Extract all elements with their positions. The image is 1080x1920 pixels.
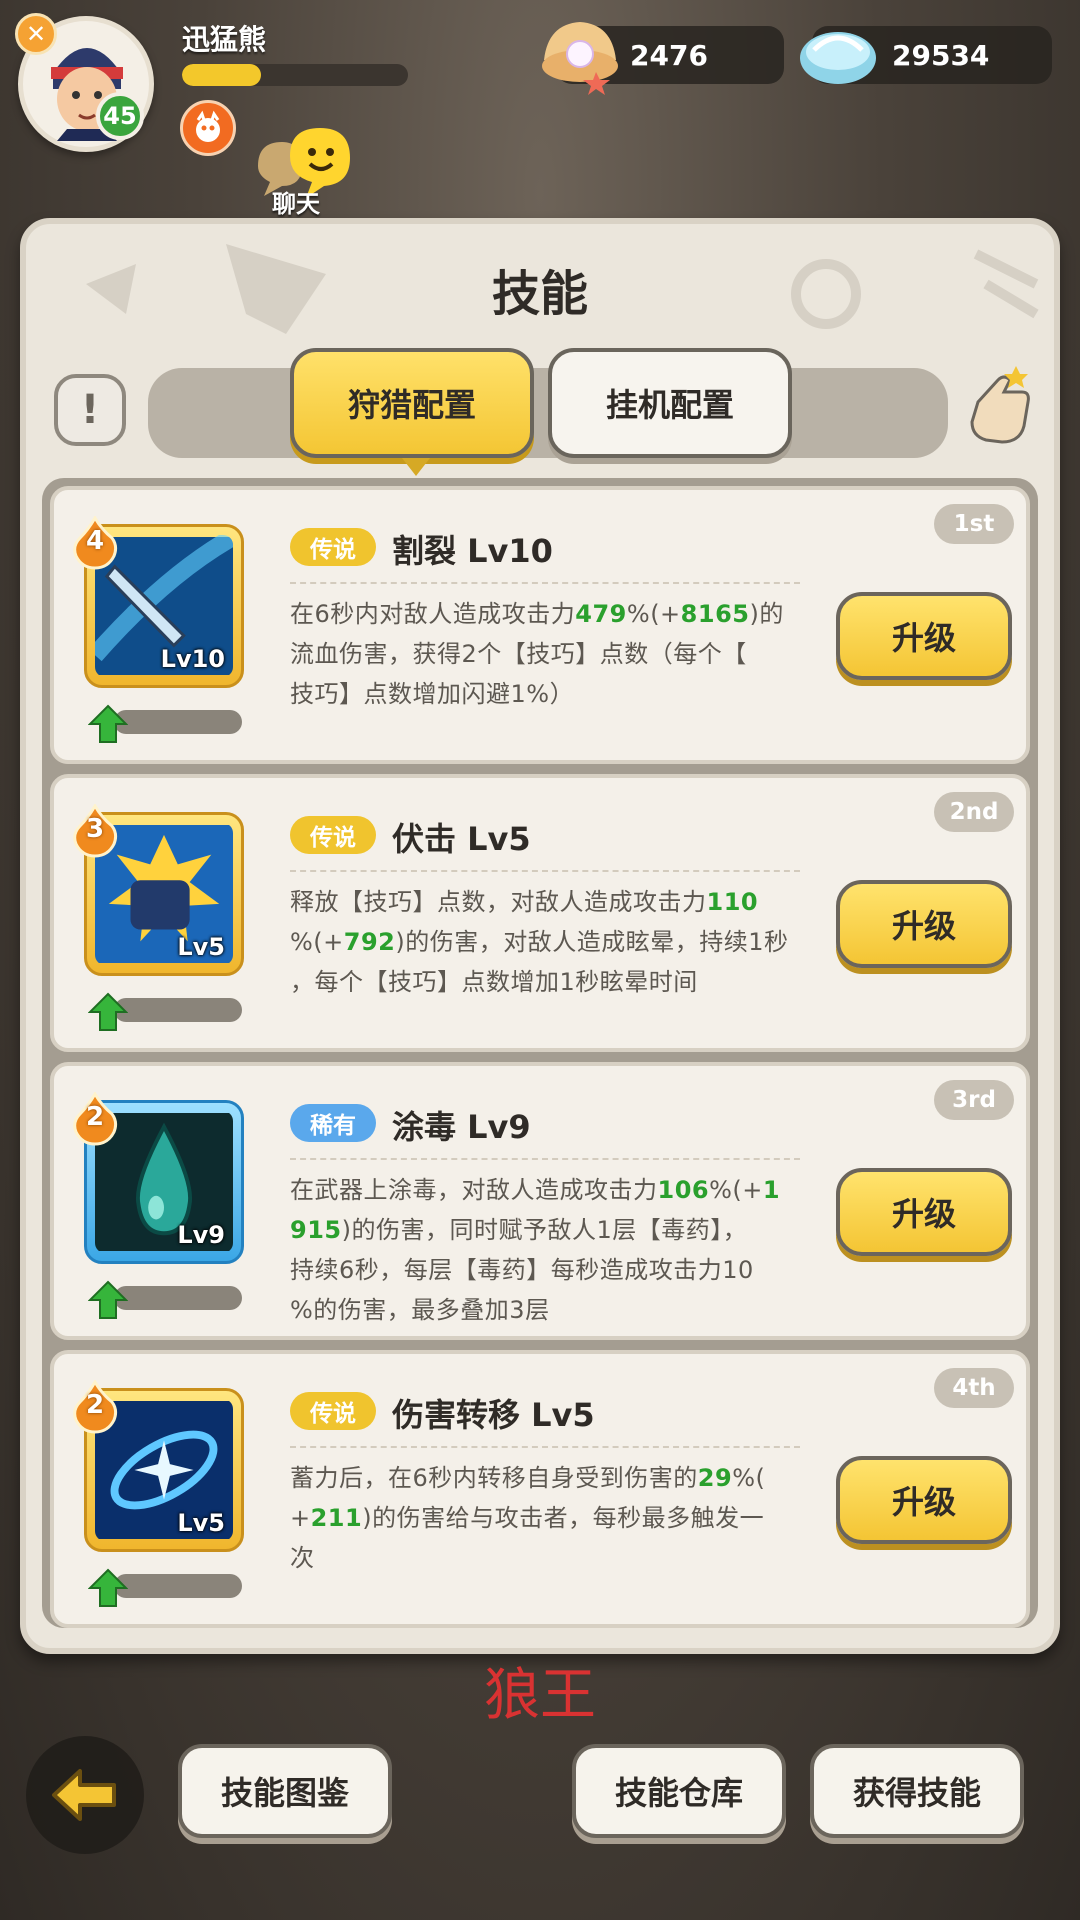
skill-desc-value: 792 [343, 928, 396, 956]
rarity-badge: 传说 [290, 528, 376, 566]
tab-hunting-config[interactable]: 狩猎配置 [290, 348, 534, 476]
skill-desc-text: )的伤害，同时赋予敌人1层【毒药】， 持续6秒，每层【毒药】每秒造成攻击力10 … [290, 1216, 754, 1324]
pointing-hand-icon[interactable] [958, 362, 1040, 452]
upgrade-button[interactable]: 升级 [836, 880, 1012, 968]
skill-description: 蓄力后，在6秒内转移自身受到伤害的29%( +211)的伤害给与攻击者，每秒最多… [290, 1458, 816, 1578]
skill-desc-text: %(+ [709, 1176, 763, 1204]
skill-description: 在武器上涂毒，对敌人造成攻击力106%(+1 915)的伤害，同时赋予敌人1层【… [290, 1170, 816, 1330]
skill-star-count: 3 [85, 814, 105, 844]
rarity-badge: 传说 [290, 1392, 376, 1430]
skill-storage-button[interactable]: 技能仓库 [572, 1744, 786, 1838]
skill-card[interactable]: Lv9 2 稀有 涂毒 Lv9 3rd 在武器上涂毒，对敌人造成攻击力106%(… [50, 1062, 1030, 1340]
skill-upgrade-progress [114, 1286, 242, 1310]
panel-title: 技能 [491, 266, 588, 322]
skill-card[interactable]: Lv5 2 传说 伤害转移 Lv5 4th 蓄力后，在6秒内转移自身受到伤害的2… [50, 1350, 1030, 1628]
skill-star-count: 2 [85, 1390, 105, 1420]
skill-name: 伤害转移 Lv5 [392, 1396, 595, 1434]
skill-upgrade-progress [114, 998, 242, 1022]
fire-spirit-icon [196, 110, 220, 142]
divider [290, 582, 800, 584]
blue-shell-icon [800, 32, 876, 84]
pearl-shell-icon [542, 22, 618, 95]
obtain-skill-button[interactable]: 获得技能 [810, 1744, 1024, 1838]
skill-upgrade-progress [114, 1574, 242, 1598]
tab-idle-config[interactable]: 挂机配置 [548, 348, 792, 458]
watermark-text: 狼王 [484, 1663, 596, 1728]
upgrade-button[interactable]: 升级 [836, 592, 1012, 680]
back-arrow-icon [52, 1769, 116, 1821]
skill-icon-level: Lv5 [177, 1509, 225, 1537]
close-icon[interactable]: ✕ [15, 13, 57, 55]
skill-slot-rank: 4th [934, 1368, 1014, 1408]
shell-currency[interactable]: 29534 [800, 26, 1052, 84]
skill-list: Lv10 4 传说 割裂 Lv10 1st 在6秒内对敌人造成攻击力479%(+… [42, 478, 1038, 1628]
upgrade-arrow-icon [88, 704, 128, 743]
skill-desc-value: 479 [575, 600, 627, 628]
skill-codex-button[interactable]: 技能图鉴 [178, 1744, 392, 1838]
skill-desc-text: 在武器上涂毒，对敌人造成攻击力 [290, 1176, 658, 1204]
xp-bar [182, 64, 408, 86]
skill-slot-rank: 3rd [934, 1080, 1014, 1120]
chat-label[interactable]: 聊天 [272, 184, 320, 219]
skill-name: 伏击 Lv5 [392, 820, 531, 858]
skill-icon-level: Lv9 [177, 1221, 225, 1249]
skill-slot-rank: 2nd [934, 792, 1014, 832]
back-button[interactable] [26, 1736, 144, 1854]
xp-bar-fill [182, 64, 262, 86]
pearl-amount: 2476 [630, 38, 708, 72]
rarity-badge: 稀有 [290, 1104, 376, 1142]
skills-panel: 技能 ! 狩猎配置 挂机配置 Lv10 4 传说 割裂 Lv10 1st 在6秒… [20, 218, 1060, 1654]
skill-star-count: 2 [85, 1102, 105, 1132]
rarity-badge: 传说 [290, 816, 376, 854]
player-level-badge: 45 [96, 92, 144, 140]
info-button[interactable]: ! [54, 374, 126, 446]
skill-slot-rank: 1st [934, 504, 1014, 544]
divider [290, 1446, 800, 1448]
skill-icon-level: Lv10 [160, 645, 225, 673]
skill-desc-text: 在6秒内对敌人造成攻击力 [290, 600, 576, 628]
skill-desc-text: %(+ [626, 600, 681, 628]
upgrade-arrow-icon [88, 1568, 128, 1607]
skill-description: 释放【技巧】点数，对敌人造成攻击力110 %(+792)的伤害，对敌人造成眩晕，… [290, 882, 816, 1002]
skill-name: 涂毒 Lv9 [392, 1108, 531, 1146]
skill-desc-value: 106 [657, 1176, 710, 1204]
skill-desc-text: 释放【技巧】点数，对敌人造成攻击力 [290, 888, 707, 916]
skill-card[interactable]: Lv10 4 传说 割裂 Lv10 1st 在6秒内对敌人造成攻击力479%(+… [50, 486, 1030, 764]
skill-description: 在6秒内对敌人造成攻击力479%(+8165)的 流血伤害，获得2个【技巧】点数… [290, 594, 816, 714]
upgrade-button[interactable]: 升级 [836, 1456, 1012, 1544]
buff-icon[interactable] [180, 100, 236, 156]
upgrade-arrow-icon [88, 1280, 128, 1319]
upgrade-button[interactable]: 升级 [836, 1168, 1012, 1256]
upgrade-arrow-icon [88, 992, 128, 1031]
skill-desc-value: 8165 [680, 600, 750, 628]
skill-desc-text: %(+ [290, 928, 344, 956]
skill-desc-value: 29 [697, 1464, 733, 1492]
skill-desc-text: )的伤害给与攻击者，每秒最多触发一 次 [290, 1504, 765, 1572]
skill-name: 割裂 Lv10 [392, 532, 553, 570]
divider [290, 1158, 800, 1160]
skill-icon-level: Lv5 [177, 933, 225, 961]
skill-upgrade-progress [114, 710, 242, 734]
skill-desc-value: 211 [310, 1504, 363, 1532]
skill-card[interactable]: Lv5 3 传说 伏击 Lv5 2nd 释放【技巧】点数，对敌人造成攻击力110… [50, 774, 1030, 1052]
skill-desc-text: 蓄力后，在6秒内转移自身受到伤害的 [290, 1464, 698, 1492]
divider [290, 870, 800, 872]
pearl-currency[interactable]: 2476 [542, 22, 784, 95]
shell-amount: 29534 [892, 38, 990, 72]
player-name: 迅猛熊 [182, 23, 267, 56]
skill-star-count: 4 [85, 526, 105, 556]
skill-desc-value: 110 [706, 888, 759, 916]
